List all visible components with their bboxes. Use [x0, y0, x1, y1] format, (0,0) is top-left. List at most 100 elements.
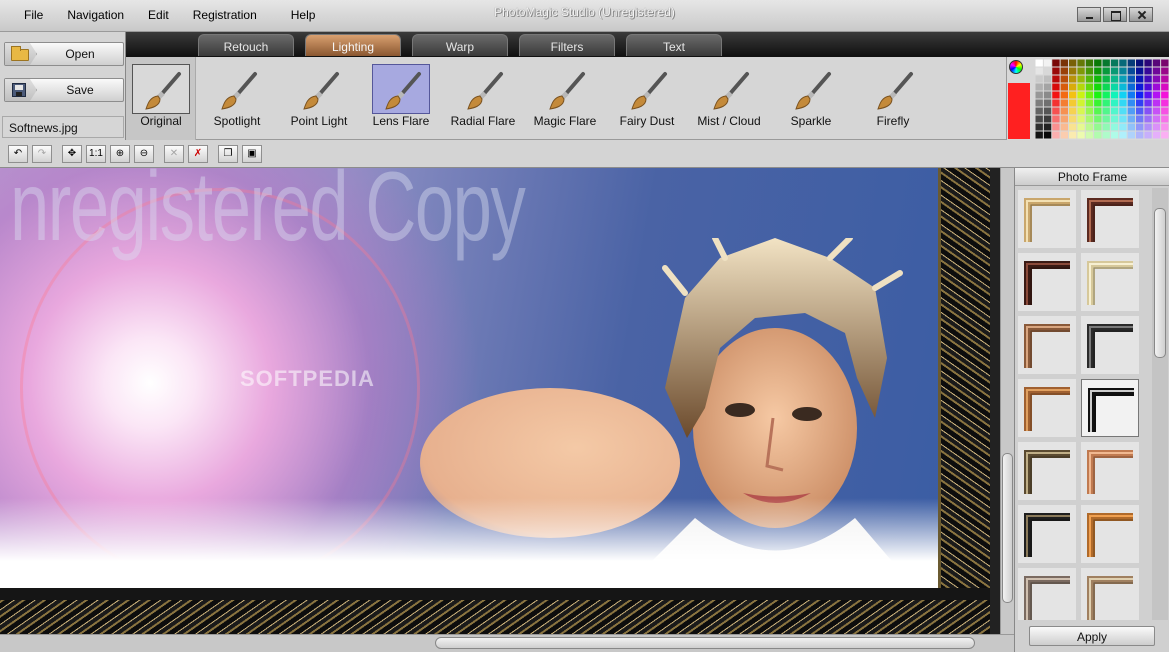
color-swatch[interactable]: [1060, 107, 1068, 115]
color-swatch[interactable]: [1052, 75, 1060, 83]
color-swatch[interactable]: [1077, 123, 1085, 131]
canvas-horizontal-scrollbar[interactable]: [0, 634, 1014, 652]
color-swatch[interactable]: [1144, 75, 1152, 83]
color-swatch[interactable]: [1102, 91, 1110, 99]
color-swatch[interactable]: [1161, 115, 1169, 123]
color-swatch[interactable]: [1060, 131, 1068, 139]
color-swatch[interactable]: [1161, 59, 1169, 67]
color-swatch[interactable]: [1043, 131, 1052, 139]
color-swatch[interactable]: [1119, 131, 1127, 139]
color-swatch[interactable]: [1152, 83, 1161, 91]
frame-thumbnail[interactable]: [1081, 379, 1139, 437]
tab-filters[interactable]: Filters: [519, 34, 615, 56]
tab-text[interactable]: Text: [626, 34, 722, 56]
color-swatch[interactable]: [1110, 75, 1119, 83]
color-swatch[interactable]: [1102, 67, 1110, 75]
color-swatch[interactable]: [1052, 131, 1060, 139]
redo-button[interactable]: ↷: [32, 145, 52, 163]
color-swatch[interactable]: [1136, 99, 1144, 107]
color-swatch[interactable]: [1144, 99, 1152, 107]
color-swatch[interactable]: [1077, 83, 1085, 91]
color-swatch[interactable]: [1144, 123, 1152, 131]
color-swatch[interactable]: [1110, 67, 1119, 75]
color-swatch[interactable]: [1110, 99, 1119, 107]
color-swatch[interactable]: [1035, 75, 1043, 83]
minimize-button[interactable]: [1077, 7, 1101, 22]
color-swatch[interactable]: [1136, 75, 1144, 83]
color-swatch[interactable]: [1060, 115, 1068, 123]
color-swatch[interactable]: [1161, 91, 1169, 99]
color-swatch[interactable]: [1035, 59, 1043, 67]
color-swatch[interactable]: [1035, 83, 1043, 91]
color-swatch[interactable]: [1060, 91, 1068, 99]
color-swatch[interactable]: [1085, 131, 1094, 139]
color-swatch[interactable]: [1127, 67, 1135, 75]
color-swatch[interactable]: [1144, 107, 1152, 115]
color-swatch[interactable]: [1094, 107, 1102, 115]
fit-view-button[interactable]: ✥: [62, 145, 82, 163]
color-swatch[interactable]: [1060, 83, 1068, 91]
close-button[interactable]: [1129, 7, 1153, 22]
color-swatch[interactable]: [1127, 131, 1135, 139]
color-swatch[interactable]: [1152, 107, 1161, 115]
color-swatch[interactable]: [1110, 91, 1119, 99]
frame-thumbnail[interactable]: [1018, 379, 1076, 437]
color-swatch[interactable]: [1110, 115, 1119, 123]
color-swatch[interactable]: [1069, 131, 1077, 139]
color-swatch[interactable]: [1144, 91, 1152, 99]
color-swatch[interactable]: [1127, 75, 1135, 83]
color-swatch[interactable]: [1152, 115, 1161, 123]
color-swatch[interactable]: [1136, 83, 1144, 91]
color-swatch[interactable]: [1069, 83, 1077, 91]
color-swatch[interactable]: [1144, 59, 1152, 67]
color-swatch[interactable]: [1119, 107, 1127, 115]
color-swatch[interactable]: [1119, 59, 1127, 67]
color-swatch[interactable]: [1052, 99, 1060, 107]
color-swatch[interactable]: [1052, 123, 1060, 131]
color-swatch[interactable]: [1060, 75, 1068, 83]
zoom-out-button[interactable]: ⊖: [134, 145, 154, 163]
frame-thumbnail[interactable]: [1018, 505, 1076, 563]
canvas-vertical-scroll-thumb[interactable]: [1002, 453, 1013, 603]
color-swatch[interactable]: [1069, 107, 1077, 115]
color-swatch[interactable]: [1035, 91, 1043, 99]
color-swatch[interactable]: [1035, 107, 1043, 115]
color-swatch[interactable]: [1102, 75, 1110, 83]
color-swatch[interactable]: [1069, 115, 1077, 123]
color-swatch[interactable]: [1052, 83, 1060, 91]
color-swatch[interactable]: [1052, 59, 1060, 67]
image-canvas[interactable]: nregistered Copy SOFTPEDIA: [0, 168, 1000, 634]
color-swatch[interactable]: [1035, 123, 1043, 131]
cut-button[interactable]: ✕: [164, 145, 184, 163]
color-swatch[interactable]: [1110, 123, 1119, 131]
current-color-swatch[interactable]: [1008, 83, 1030, 139]
effect-original[interactable]: Original: [126, 57, 196, 140]
tab-retouch[interactable]: Retouch: [198, 34, 294, 56]
color-swatch[interactable]: [1110, 131, 1119, 139]
frame-thumbnail[interactable]: [1081, 316, 1139, 374]
color-swatch[interactable]: [1043, 67, 1052, 75]
color-swatch[interactable]: [1136, 123, 1144, 131]
effect-radial-flare[interactable]: Radial Flare: [442, 57, 524, 140]
color-swatch[interactable]: [1119, 91, 1127, 99]
color-swatch[interactable]: [1152, 67, 1161, 75]
save-button[interactable]: Save: [4, 78, 124, 102]
color-swatch[interactable]: [1085, 123, 1094, 131]
color-swatch[interactable]: [1094, 115, 1102, 123]
effect-sparkle[interactable]: Sparkle: [770, 57, 852, 140]
frame-thumbnail[interactable]: [1018, 568, 1076, 620]
color-swatch[interactable]: [1094, 67, 1102, 75]
color-swatch[interactable]: [1152, 75, 1161, 83]
frame-panel-scroll-thumb[interactable]: [1154, 208, 1166, 358]
color-swatch[interactable]: [1077, 91, 1085, 99]
color-swatch[interactable]: [1043, 91, 1052, 99]
color-swatch[interactable]: [1077, 99, 1085, 107]
color-swatch[interactable]: [1069, 59, 1077, 67]
color-swatch[interactable]: [1127, 59, 1135, 67]
color-swatch[interactable]: [1161, 131, 1169, 139]
color-swatch[interactable]: [1136, 59, 1144, 67]
color-swatch[interactable]: [1035, 99, 1043, 107]
color-swatch[interactable]: [1077, 59, 1085, 67]
frame-thumbnail[interactable]: [1081, 253, 1139, 311]
effect-magic-flare[interactable]: Magic Flare: [524, 57, 606, 140]
